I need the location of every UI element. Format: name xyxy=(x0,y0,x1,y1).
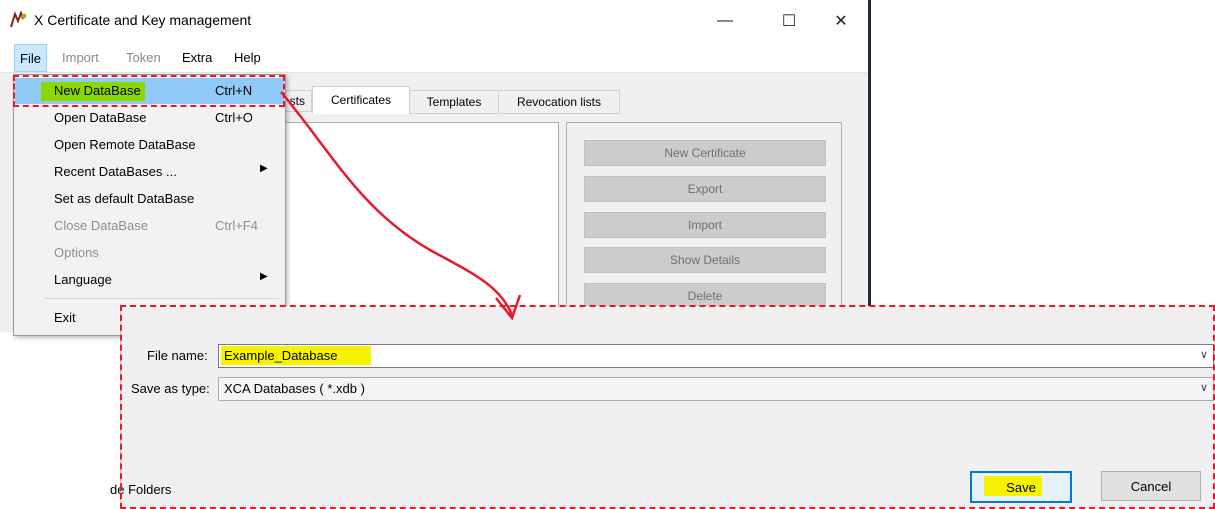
annotation-arrow xyxy=(280,91,522,321)
